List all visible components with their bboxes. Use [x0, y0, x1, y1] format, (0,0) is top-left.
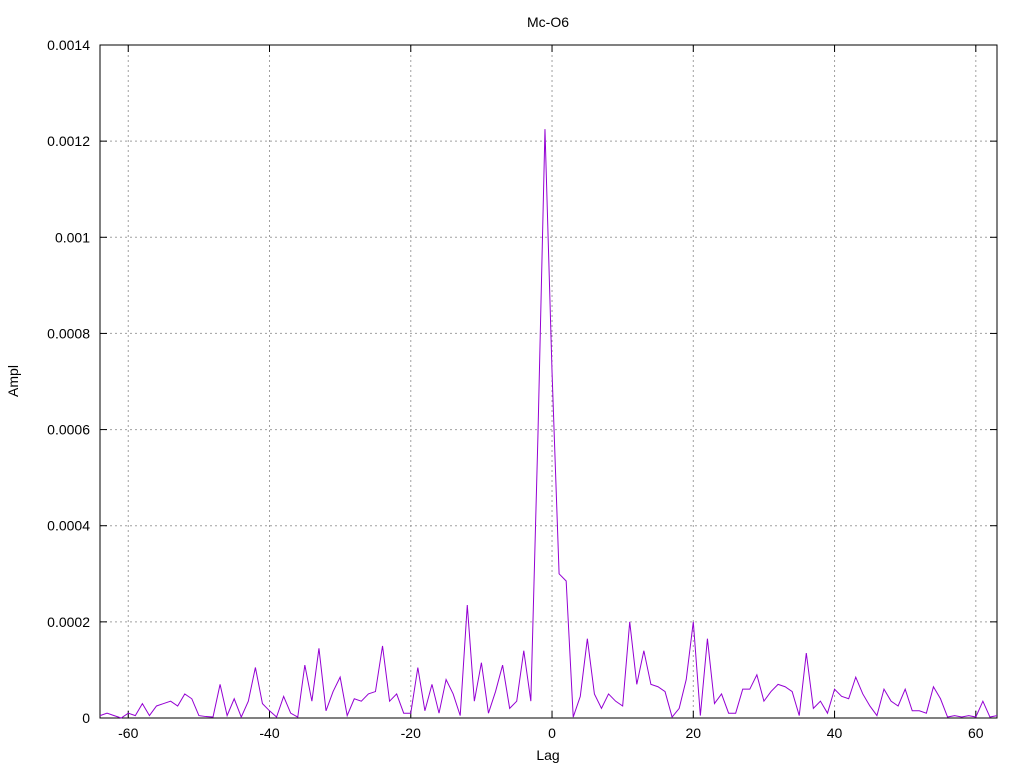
y-tick-label: 0: [82, 710, 90, 726]
chart-svg: -60 -40 -20 0 20 40 60 0 0.0002 0.0004 0.0006 0.000…: [5, 14, 998, 763]
axis-ticks: [100, 44, 997, 719]
y-tick-label: 0.0012: [47, 133, 90, 149]
series-layer: [99, 129, 998, 719]
x-tick-label: -40: [259, 725, 279, 741]
x-tick-label: -60: [118, 725, 138, 741]
y-tick-label: 0.001: [55, 229, 90, 245]
x-tick-label: 40: [827, 725, 843, 741]
y-axis-label: Ampl: [5, 365, 21, 397]
grid-lines: [100, 45, 997, 718]
tick-labels: -60 -40 -20 0 20 40 60 0 0.0002 0.0004 0.0006 0.000…: [47, 37, 984, 741]
plot-frame: [99, 44, 998, 719]
x-tick-label: 0: [548, 725, 556, 741]
y-tick-label: 0.0006: [47, 422, 90, 438]
x-tick-label: 60: [968, 725, 984, 741]
x-tick-label: -20: [401, 725, 421, 741]
y-tick-label: 0.0014: [47, 37, 90, 53]
x-tick-label: 20: [686, 725, 702, 741]
chart-title: Mc-O6: [527, 14, 569, 30]
x-axis-label: Lag: [536, 747, 559, 763]
y-tick-label: 0.0002: [47, 614, 90, 630]
y-tick-label: 0.0004: [47, 518, 90, 534]
y-tick-label: 0.0008: [47, 325, 90, 341]
series-line: [99, 129, 998, 719]
